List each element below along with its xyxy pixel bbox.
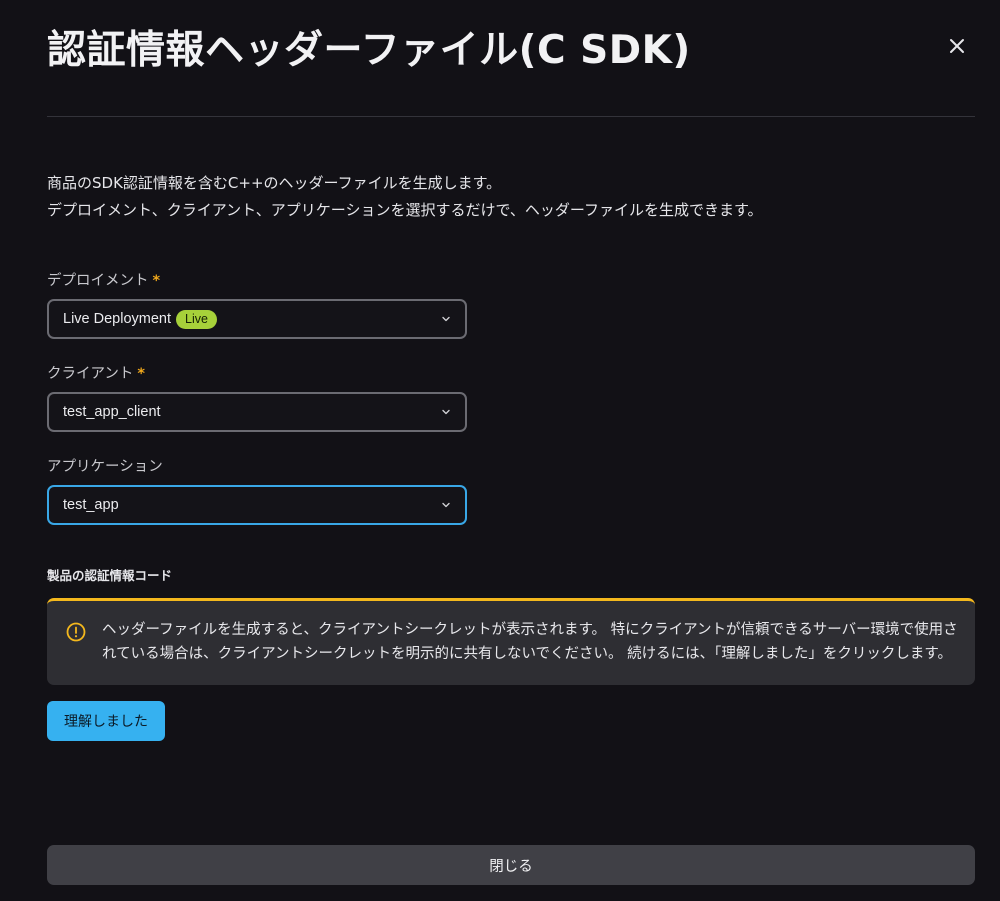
chevron-down-icon [442,316,450,322]
application-label: アプリケーション [47,459,163,475]
warning-circle-icon [66,622,86,642]
client-select[interactable]: test_app_client [47,392,467,432]
dialog-description: 商品のSDK認証情報を含むC++のヘッダーファイルを生成します。 デプロイメント… [47,170,763,224]
client-select-value: test_app_client [63,404,161,420]
acknowledge-button[interactable]: 理解しました [47,701,165,741]
client-label: クライアント * [47,364,145,384]
credentials-code-heading: 製品の認証情報コード [47,568,173,583]
dialog-title: 認証情報ヘッダーファイル(C SDK) [47,28,691,73]
live-status-badge: Live [176,309,217,329]
required-asterisk: * [152,273,161,289]
description-line-1: 商品のSDK認証情報を含むC++のヘッダーファイルを生成します。 [47,174,502,192]
chevron-down-icon [442,409,450,415]
deployment-label: デプロイメント * [47,271,160,291]
close-button[interactable]: 閉じる [47,845,975,885]
client-label-text: クライアント [47,366,134,382]
application-select[interactable]: test_app [47,485,467,525]
deployment-select-value: Live Deployment [63,311,171,327]
secret-warning-callout: ヘッダーファイルを生成すると、クライアントシークレットが表示されます。 特にクラ… [47,598,975,685]
warning-message: ヘッダーファイルを生成すると、クライアントシークレットが表示されます。 特にクラ… [102,622,958,662]
description-line-2: デプロイメント、クライアント、アプリケーションを選択するだけで、ヘッダーファイル… [47,201,763,219]
application-select-value: test_app [63,497,119,513]
credentials-header-dialog: 認証情報ヘッダーファイル(C SDK) 商品のSDK認証情報を含むC++のヘッダ… [0,0,1000,901]
close-icon[interactable] [944,33,970,59]
required-asterisk: * [137,366,146,382]
chevron-down-icon [442,502,450,508]
deployment-label-text: デプロイメント [47,273,149,289]
header-divider [47,116,975,117]
deployment-select[interactable]: Live Deployment Live [47,299,467,339]
